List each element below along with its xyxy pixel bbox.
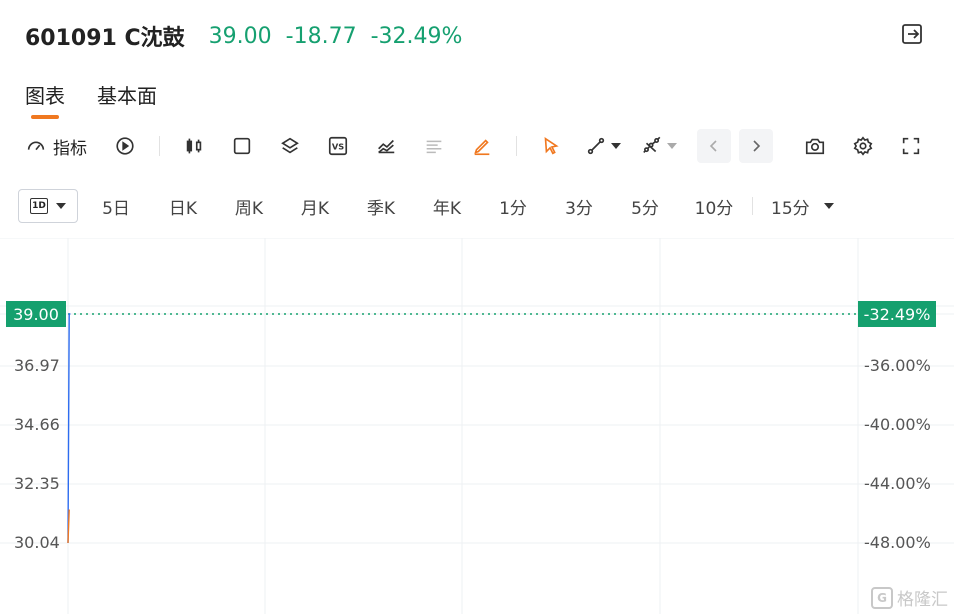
period-quarterly[interactable]: 季K [366, 194, 396, 219]
chevron-left-icon[interactable] [697, 129, 731, 163]
tab-chart[interactable]: 图表 [25, 80, 65, 119]
line-tool-icon [587, 137, 605, 155]
price-series-line [67, 313, 71, 544]
align-lines-icon[interactable] [420, 132, 448, 160]
y-tick-label-left: 30.04 [14, 533, 60, 552]
right-tools [801, 132, 925, 160]
chevron-down-icon [667, 143, 677, 149]
y-tick-label-right: -40.00% [864, 415, 931, 434]
period-bar: 1D 5日 日K 周K 月K 季K 年K 1分 3分 5分 10分 15分 [18, 188, 834, 224]
watermark-text: 格隆汇 [897, 590, 948, 610]
period-weekly[interactable]: 周K [234, 194, 264, 219]
chevron-right-icon[interactable] [739, 129, 773, 163]
y-tick-label-right: -44.00% [864, 474, 931, 493]
camera-icon[interactable] [801, 132, 829, 160]
period-3min[interactable]: 3分 [564, 194, 594, 219]
y-tick-label-left: 34.66 [14, 415, 60, 434]
fullscreen-icon[interactable] [897, 132, 925, 160]
period-yearly[interactable]: 年K [432, 194, 462, 219]
stock-symbol: 601091 C沈鼓 [25, 26, 185, 51]
watermark-logo-icon: G [871, 586, 893, 609]
svg-text:VS: VS [332, 142, 344, 152]
chevron-down-icon [823, 203, 834, 209]
indicator-button[interactable]: 指标 [25, 134, 87, 159]
cursor-icon[interactable] [537, 132, 565, 160]
y-tick-label-right: -48.00% [864, 533, 931, 552]
gear-icon[interactable] [849, 132, 877, 160]
period-monthly[interactable]: 月K [300, 194, 330, 219]
chevron-down-icon [56, 203, 66, 209]
watermark: G 格隆汇 [871, 585, 948, 610]
y-tick-label-left: 32.35 [14, 474, 60, 493]
exit-fullscreen-icon[interactable] [900, 22, 924, 46]
period-type-selector[interactable]: 1D [18, 189, 78, 223]
indicator-label: 指标 [53, 138, 87, 159]
one-day-icon: 1D [30, 198, 48, 214]
price-chart[interactable]: 39.00 36.97 34.66 32.35 30.04 -32.49% -36.00%… [0, 238, 954, 614]
quote-header: 601091 C沈鼓 39.00 -18.77 -32.49% [25, 20, 476, 52]
last-price-tag: 39.00 [6, 301, 66, 327]
toolbar-divider [516, 136, 517, 156]
tab-fundamentals[interactable]: 基本面 [97, 80, 157, 117]
period-15min-label: 15分 [771, 198, 810, 219]
period-5d[interactable]: 5日 [102, 194, 130, 219]
price-change: -18.77 [285, 23, 357, 49]
chart-grid [0, 238, 954, 614]
rectangle-icon[interactable] [228, 132, 256, 160]
last-price: 39.00 [208, 23, 272, 49]
gauge-icon [27, 141, 45, 151]
candlestick-icon[interactable] [180, 132, 208, 160]
period-divider [752, 197, 753, 215]
vs-compare-icon[interactable]: VS [324, 132, 352, 160]
multi-line-tool-icon [643, 136, 661, 154]
chart-series [67, 313, 858, 544]
chart-canvas [0, 238, 954, 614]
multi-line-tool-dropdown[interactable] [641, 135, 677, 157]
main-tabs: 图表 基本面 [25, 80, 157, 119]
chevron-down-icon [611, 143, 621, 149]
period-1min[interactable]: 1分 [498, 194, 528, 219]
chart-toolbar: 指标 VS [25, 128, 929, 164]
line-tool-dropdown[interactable] [585, 135, 621, 157]
last-pct-tag: -32.49% [858, 301, 936, 327]
period-15min-dropdown[interactable]: 15分 [771, 194, 834, 219]
pen-icon[interactable] [468, 132, 496, 160]
trend-chart-icon[interactable] [372, 132, 400, 160]
y-tick-label-left: 36.97 [14, 356, 60, 375]
layers-icon[interactable] [276, 132, 304, 160]
toolbar-divider [159, 136, 160, 156]
period-10min[interactable]: 10分 [694, 194, 734, 219]
y-tick-label-right: -36.00% [864, 356, 931, 375]
period-5min[interactable]: 5分 [630, 194, 660, 219]
period-daily[interactable]: 日K [168, 194, 198, 219]
replay-icon[interactable] [111, 132, 139, 160]
price-change-pct: -32.49% [370, 23, 463, 49]
